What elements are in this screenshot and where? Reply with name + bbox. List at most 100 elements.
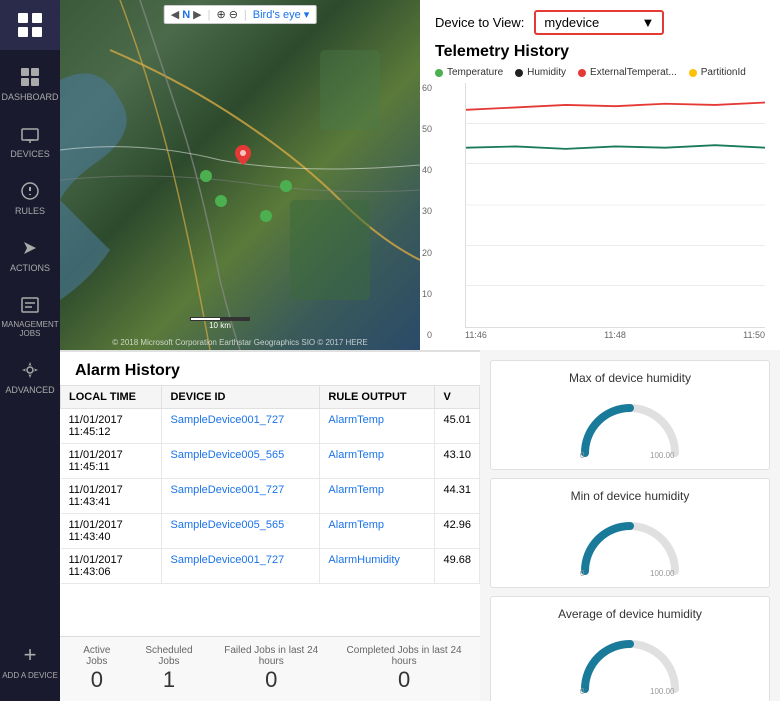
jobs-icon <box>18 293 42 317</box>
svg-text:100.00: 100.00 <box>650 569 675 576</box>
alarm-time: 11/01/201711:43:41 <box>61 479 162 514</box>
gauge-section: Max of device humidity 0 100.00 Min of d… <box>480 350 780 701</box>
actions-icon <box>18 236 42 260</box>
legend-dot-humidity <box>515 69 523 77</box>
legend-dot-partition-id <box>689 69 697 77</box>
devices-icon <box>18 122 42 146</box>
alarm-rule: AlarmHumidity <box>320 549 435 584</box>
chart-section: 60 50 40 30 20 10 0 <box>435 83 765 340</box>
alarm-history-panel: Alarm History LOCAL TIME DEVICE ID RULE … <box>60 350 480 701</box>
stat-item: Failed Jobs in last 24 hours0 <box>219 645 323 693</box>
telemetry-panel: Device to View: mydevice ▼ Telemetry His… <box>420 0 780 350</box>
alarm-time: 11/01/201711:45:11 <box>61 444 162 479</box>
alarm-value: 43.10 <box>435 444 480 479</box>
alarm-rule: AlarmTemp <box>320 479 435 514</box>
col-value: V <box>435 386 480 409</box>
map-pin-red <box>235 145 251 168</box>
sidebar-item-dashboard[interactable]: DASHBOARD <box>0 55 60 112</box>
gauge-svg: 0 100.00 <box>575 629 685 694</box>
gauge-card: Max of device humidity 0 100.00 <box>490 360 770 470</box>
rules-icon <box>18 179 42 203</box>
main-content: ◀ N ▶ | ⊕ ⊖ | Bird's eye ▾ <box>60 0 780 701</box>
alarm-value: 49.68 <box>435 549 480 584</box>
bird-eye-button[interactable]: Bird's eye <box>253 9 301 21</box>
alarm-device: SampleDevice005_565 <box>162 514 320 549</box>
map-background: ◀ N ▶ | ⊕ ⊖ | Bird's eye ▾ <box>60 0 420 350</box>
alarm-table-row[interactable]: 11/01/201711:45:11 SampleDevice005_565 A… <box>61 444 480 479</box>
alarm-table-row[interactable]: 11/01/201711:45:12 SampleDevice001_727 A… <box>61 409 480 444</box>
device-select[interactable]: mydevice ▼ <box>534 10 664 35</box>
dashboard-icon <box>18 65 42 89</box>
legend-humidity: Humidity <box>515 67 566 78</box>
alarm-value: 44.31 <box>435 479 480 514</box>
legend-temperature: Temperature <box>435 67 503 78</box>
alarm-device: SampleDevice001_727 <box>162 549 320 584</box>
select-chevron-icon: ▼ <box>641 15 654 30</box>
gauge-card: Average of device humidity 0 100.00 <box>490 596 770 701</box>
map-toolbar: ◀ N ▶ | ⊕ ⊖ | Bird's eye ▾ <box>164 5 317 24</box>
alarm-rule: AlarmTemp <box>320 444 435 479</box>
legend-dot-temperature <box>435 69 443 77</box>
alarm-time: 11/01/201711:43:40 <box>61 514 162 549</box>
advanced-icon <box>18 358 42 382</box>
gauge-widget: 0 100.00 <box>575 393 685 458</box>
sidebar-item-management-jobs[interactable]: MANAGEMENT JOBS <box>0 283 60 348</box>
alarm-time: 11/01/201711:45:12 <box>61 409 162 444</box>
zoom-in-icon[interactable]: ⊕ <box>216 8 225 21</box>
chart-wrapper: 11:46 11:48 11:50 <box>465 83 765 340</box>
alarm-table-row[interactable]: 11/01/201711:43:41 SampleDevice001_727 A… <box>61 479 480 514</box>
map-pin-green-4 <box>280 180 292 195</box>
alarm-value: 45.01 <box>435 409 480 444</box>
gauge-widget: 0 100.00 <box>575 629 685 694</box>
alarm-value: 42.96 <box>435 514 480 549</box>
map-container[interactable]: ◀ N ▶ | ⊕ ⊖ | Bird's eye ▾ <box>60 0 420 350</box>
gauge-svg: 0 100.00 <box>575 511 685 576</box>
stat-item: Completed Jobs in last 24 hours0 <box>343 645 465 693</box>
alarm-table-row[interactable]: 11/01/201711:43:40 SampleDevice005_565 A… <box>61 514 480 549</box>
map-pin-green-2 <box>215 195 227 210</box>
alarm-device: SampleDevice001_727 <box>162 479 320 514</box>
alarm-table[interactable]: LOCAL TIME DEVICE ID RULE OUTPUT V 11/01… <box>60 385 480 636</box>
x-axis-labels: 11:46 11:48 11:50 <box>465 330 765 340</box>
svg-text:0: 0 <box>580 687 585 694</box>
bottom-section: Alarm History LOCAL TIME DEVICE ID RULE … <box>60 350 780 701</box>
alarm-history-title: Alarm History <box>60 352 480 385</box>
map-scale-label: 10 km <box>209 321 231 330</box>
sidebar: DASHBOARD DEVICES RULES ACTIONS MANAGEME… <box>0 0 60 701</box>
right-panel: Max of device humidity 0 100.00 Min of d… <box>480 350 780 701</box>
map-pin-green-1 <box>200 170 212 185</box>
map-pin-green-3 <box>260 210 272 225</box>
alarm-time: 11/01/201711:43:06 <box>61 549 162 584</box>
alarm-rule: AlarmTemp <box>320 409 435 444</box>
legend-partition-id: PartitionId <box>689 67 746 78</box>
sidebar-item-rules[interactable]: RULES <box>0 169 60 226</box>
svg-text:0: 0 <box>580 451 585 458</box>
device-to-view-section: Device to View: mydevice ▼ <box>435 10 765 35</box>
legend-dot-external-temp <box>578 69 586 77</box>
col-rule-output: RULE OUTPUT <box>320 386 435 409</box>
sidebar-logo <box>0 0 60 50</box>
svg-text:100.00: 100.00 <box>650 687 675 694</box>
sidebar-item-devices[interactable]: DEVICES <box>0 112 60 169</box>
top-section: ◀ N ▶ | ⊕ ⊖ | Bird's eye ▾ <box>60 0 780 350</box>
add-device-button[interactable]: + ADD A DEVICE <box>0 632 60 691</box>
col-device-id: DEVICE ID <box>162 386 320 409</box>
gauge-title: Min of device humidity <box>571 489 690 503</box>
col-local-time: LOCAL TIME <box>61 386 162 409</box>
alarm-device: SampleDevice001_727 <box>162 409 320 444</box>
zoom-out-icon[interactable]: ⊖ <box>229 8 238 21</box>
chart-legend: Temperature Humidity ExternalTemperat...… <box>435 67 765 78</box>
nav-right-icon[interactable]: ▶ <box>193 8 201 21</box>
y-axis-labels: 60 50 40 30 20 10 0 <box>407 83 432 340</box>
svg-text:100.00: 100.00 <box>650 451 675 458</box>
map-copyright: © 2018 Microsoft Corporation Earthstar G… <box>60 338 420 347</box>
stat-item: Scheduled Jobs1 <box>139 645 200 693</box>
stat-item: Active Jobs0 <box>75 645 119 693</box>
gauge-svg: 0 100.00 <box>575 393 685 458</box>
alarm-table-row[interactable]: 11/01/201711:43:06 SampleDevice001_727 A… <box>61 549 480 584</box>
alarm-device: SampleDevice005_565 <box>162 444 320 479</box>
sidebar-item-actions[interactable]: ACTIONS <box>0 226 60 283</box>
sidebar-item-advanced[interactable]: ADVANCED <box>0 348 60 405</box>
telemetry-title: Telemetry History <box>435 43 765 61</box>
nav-left-icon[interactable]: ◀ <box>171 8 179 21</box>
